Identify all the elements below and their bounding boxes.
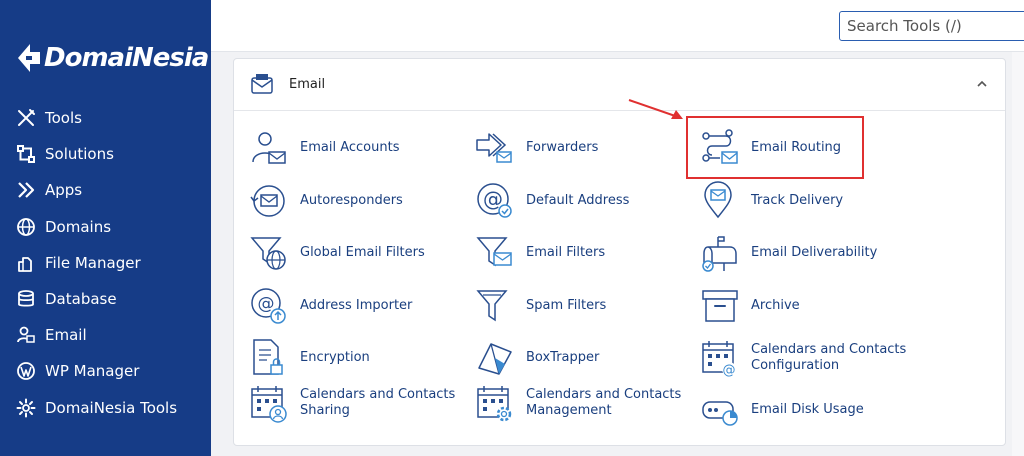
tool-email-filters[interactable]: Email Filters [475, 233, 605, 273]
sidebar-item-label: Database [45, 290, 117, 309]
sidebar-item-label: Domains [45, 217, 112, 236]
default-address-icon: @ [477, 183, 512, 218]
encryption-icon [253, 339, 283, 375]
right-scroll-area [1012, 52, 1024, 456]
calendar-management-icon [477, 386, 512, 422]
sidebar-item-email[interactable]: Email [16, 317, 177, 353]
forwarders-icon [476, 133, 512, 163]
sidebar-item-domains[interactable]: Domains [16, 209, 177, 245]
apps-icon [18, 182, 35, 199]
tool-default-address[interactable]: @ Default Address [475, 181, 629, 221]
autoresponders-icon [250, 185, 285, 217]
disk-usage-icon [702, 401, 738, 426]
chevron-up-icon[interactable] [975, 77, 989, 91]
sidebar-item-label: File Manager [45, 253, 141, 272]
tool-autoresponders[interactable]: Autoresponders [249, 181, 403, 221]
sidebar: DomaiNesia Tools Solutions Apps Domains … [0, 0, 211, 456]
sidebar-item-database[interactable]: Database [16, 281, 177, 317]
tool-global-email-filters[interactable]: Global Email Filters [249, 233, 425, 273]
sidebar-item-label: DomaiNesia Tools [45, 398, 178, 417]
sidebar-item-wp-manager[interactable]: WP Manager [16, 353, 177, 389]
tool-calendars-contacts-management[interactable]: Calendars and Contacts Management [475, 383, 681, 423]
tool-forwarders[interactable]: Forwarders [475, 128, 598, 168]
svg-text:@: @ [258, 294, 275, 314]
file-manager-icon [18, 256, 32, 272]
annotation-arrow-icon [628, 99, 683, 119]
sidebar-item-solutions[interactable]: Solutions [16, 136, 177, 172]
sidebar-item-file-manager[interactable]: File Manager [16, 245, 177, 281]
archive-icon [702, 290, 738, 322]
email-filters-icon [476, 237, 512, 267]
sidebar-item-label: Email [45, 326, 87, 345]
globe-icon [17, 217, 35, 236]
sidebar-item-label: Solutions [45, 145, 114, 164]
tool-email-deliverability[interactable]: Email Deliverability [700, 233, 877, 273]
tool-boxtrapper[interactable]: BoxTrapper [475, 338, 599, 378]
sidebar-item-apps[interactable]: Apps [16, 172, 177, 208]
boxtrapper-icon [478, 343, 512, 375]
tool-track-delivery[interactable]: Track Delivery [700, 181, 843, 221]
email-panel: Email Email Accounts Autoresponders Glob… [233, 58, 1006, 446]
sidebar-item-label: Apps [45, 181, 83, 200]
tool-encryption[interactable]: Encryption [249, 338, 370, 378]
track-delivery-icon [704, 181, 732, 219]
email-deliverability-icon [702, 236, 737, 272]
sidebar-item-tools[interactable]: Tools [16, 100, 177, 136]
panel-header[interactable]: Email [234, 59, 1005, 111]
wordpress-icon [17, 362, 35, 381]
tool-address-importer[interactable]: @ Address Importer [249, 286, 412, 326]
calendar-sharing-icon [251, 386, 287, 423]
sidebar-item-label: WP Manager [45, 362, 140, 381]
panel-title: Email [289, 77, 326, 92]
brand-name: DomaiNesia [44, 43, 209, 73]
tool-email-disk-usage[interactable]: Email Disk Usage [700, 390, 864, 430]
logo-icon [18, 44, 40, 72]
sidebar-item-label: Tools [45, 109, 82, 128]
global-email-filters-icon [250, 237, 286, 270]
sidebar-nav: Tools Solutions Apps Domains File Manage… [16, 100, 177, 426]
tool-email-accounts[interactable]: Email Accounts [249, 128, 399, 168]
tool-calendars-contacts-configuration[interactable]: @ Calendars and Contacts Configuration [700, 338, 906, 378]
gear-icon [16, 398, 36, 418]
brand-logo[interactable]: DomaiNesia [16, 38, 209, 78]
email-accounts-icon [252, 132, 286, 164]
calendar-config-icon: @ [702, 341, 736, 378]
address-importer-icon: @ [251, 288, 286, 324]
database-icon [18, 290, 34, 307]
search-input[interactable] [839, 11, 1024, 41]
highlight-box [686, 116, 864, 179]
email-section-icon [251, 73, 273, 94]
svg-text:@: @ [723, 363, 736, 378]
tool-archive[interactable]: Archive [700, 286, 800, 326]
tools-icon [18, 109, 35, 127]
tool-spam-filters[interactable]: Spam Filters [475, 286, 606, 326]
tool-calendars-contacts-sharing[interactable]: Calendars and Contacts Sharing [249, 383, 455, 423]
email-icon [17, 326, 35, 343]
spam-filters-icon [476, 290, 508, 322]
solutions-icon [17, 145, 35, 164]
sidebar-item-domainesia-tools[interactable]: DomaiNesia Tools [16, 390, 177, 426]
